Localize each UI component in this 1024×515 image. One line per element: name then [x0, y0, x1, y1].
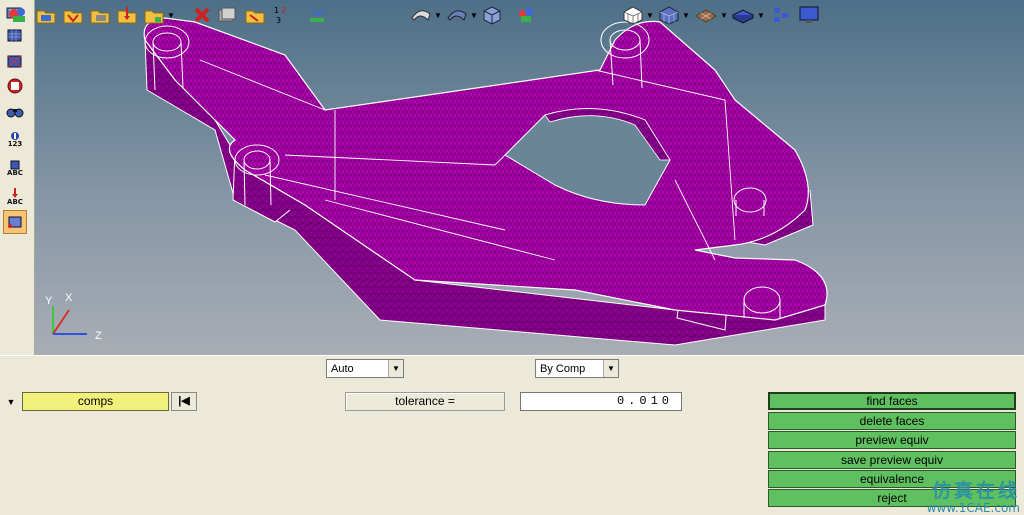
properties-icon[interactable] — [89, 4, 111, 26]
svg-text:2: 2 — [281, 6, 286, 15]
delete-icon[interactable] — [192, 4, 212, 26]
left-toolbar: 123 ABC ABC — [0, 0, 35, 355]
system-collector-icon[interactable]: ▼ — [143, 4, 175, 26]
display-mode-icon[interactable] — [308, 4, 326, 26]
svg-text:1: 1 — [274, 6, 279, 15]
watermark: 仿真在线 www.1CAE.com — [895, 476, 1020, 515]
tolerance-label: tolerance = — [345, 392, 505, 411]
renumber-icon[interactable]: 123 — [272, 4, 292, 26]
save-preview-equiv-button[interactable]: save preview equiv — [768, 451, 1016, 469]
axis-z-label: Z — [95, 330, 102, 342]
graphics-viewport[interactable]: Y X Z — [35, 0, 1024, 355]
monitor-icon[interactable] — [798, 4, 820, 26]
labels-icon[interactable]: ABC — [3, 155, 27, 181]
shell-element-icon[interactable]: ▼ — [694, 4, 728, 26]
display-mode-dropdown[interactable]: Auto ▼ — [326, 359, 404, 378]
find-icon[interactable] — [3, 101, 27, 123]
bottom-toolbar — [0, 355, 1024, 386]
delete-faces-button[interactable]: delete faces — [768, 412, 1016, 430]
axis-triad: Y X Z — [45, 292, 102, 342]
components-icon[interactable] — [7, 4, 29, 26]
unmask-icon[interactable] — [244, 4, 266, 26]
shaded-surface-icon[interactable]: ▼ — [446, 4, 478, 26]
label-arrow-label: ABC — [7, 197, 23, 206]
tolerance-input[interactable]: 0.010 — [520, 392, 682, 411]
chevron-down-icon: ▼ — [603, 360, 618, 377]
find-faces-button[interactable]: find faces — [768, 392, 1016, 410]
wireframe-icon[interactable]: ▼ — [410, 4, 442, 26]
mesh-model — [143, 17, 828, 346]
axis-y-label: Y — [45, 295, 53, 307]
mesh-shaded-icon[interactable]: ▼ — [658, 4, 690, 26]
collectors-icon[interactable] — [62, 4, 84, 26]
numbers-icon[interactable]: 123 — [3, 126, 27, 152]
element-shaded-icon[interactable]: ▼ — [731, 4, 765, 26]
watermark-url: www.1CAE.com — [926, 501, 1020, 515]
color-mode-dropdown[interactable]: By Comp ▼ — [535, 359, 619, 378]
numbers-label: 123 — [7, 139, 23, 148]
color-mode-value: By Comp — [540, 362, 586, 375]
preview-equiv-button[interactable]: preview equiv — [768, 431, 1016, 449]
axis-x-label: X — [65, 292, 73, 304]
card-edit-icon[interactable] — [3, 210, 27, 234]
assemblies-icon[interactable] — [35, 4, 57, 26]
mesh-lines-icon[interactable]: ▼ — [622, 4, 654, 26]
comps-selector-button[interactable]: comps — [22, 392, 169, 411]
color-mode-icon[interactable] — [517, 4, 535, 26]
solid-icon[interactable] — [482, 4, 502, 26]
labels-label: ABC — [7, 168, 23, 177]
label-arrow-icon[interactable]: ABC — [3, 183, 27, 209]
mesh-display-icon[interactable] — [3, 24, 27, 46]
chevron-down-icon: ▼ — [388, 360, 403, 377]
reset-selection-button[interactable]: |◀ — [171, 392, 197, 411]
display-mode-value: Auto — [331, 362, 354, 375]
load-collector-icon[interactable] — [116, 4, 138, 26]
element-display-icon[interactable] — [3, 50, 27, 72]
entity-selector-arrow-icon[interactable]: ▼ — [2, 394, 20, 410]
model-browser-icon[interactable] — [772, 4, 792, 26]
watermark-chinese: 仿真在线 — [931, 480, 1020, 502]
mask-icon[interactable] — [216, 4, 238, 26]
shaded-icon[interactable] — [3, 75, 27, 97]
svg-text:3: 3 — [276, 16, 281, 25]
